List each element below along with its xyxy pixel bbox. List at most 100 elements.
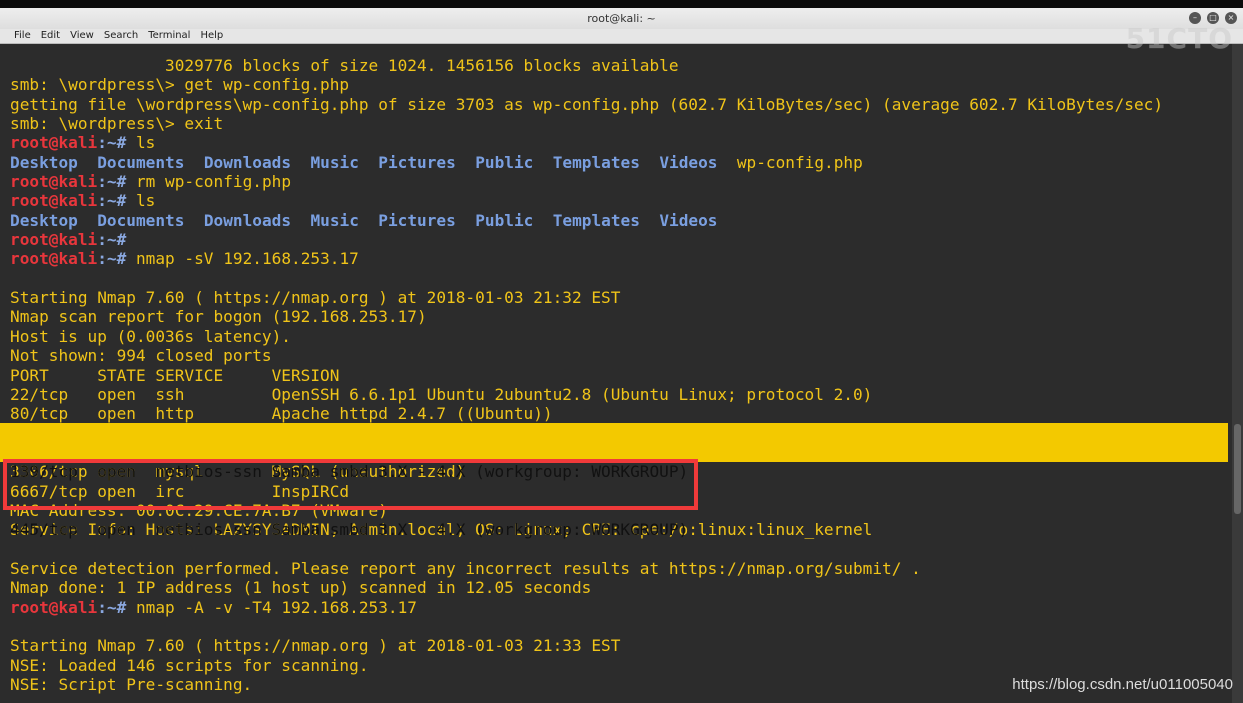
terminal-output[interactable]: 3029776 blocks of size 1024. 1456156 blo… [0, 44, 1232, 703]
prompt-user: root@kali [10, 191, 98, 211]
prompt-path: :~# [97, 133, 127, 153]
menu-file[interactable]: File [14, 29, 31, 43]
directory-name: Templates [552, 152, 640, 172]
terminal-line: Nmap done: 1 IP address (1 host up) scan… [10, 578, 1163, 597]
output-text: PORT STATE SERVICE VERSION [10, 365, 340, 385]
menu-search[interactable]: Search [104, 29, 138, 43]
menu-edit[interactable]: Edit [41, 29, 60, 43]
prompt-path: :~# [97, 597, 127, 617]
terminal-line: PORT STATE SERVICE VERSION [10, 366, 1163, 385]
terminal-line: Desktop Documents Downloads Music Pictur… [10, 153, 1163, 172]
terminal-line: root@kali:~# rm wp-config.php [10, 172, 1163, 191]
directory-name: Music [310, 152, 359, 172]
directory-name: Desktop [10, 210, 78, 230]
directory-name: Videos [659, 210, 718, 230]
output-text: nmap -sV 192.168.253.17 [126, 249, 359, 269]
window-titlebar: root@kali: ~ – □ × [0, 8, 1243, 29]
output-text: Starting Nmap 7.60 ( https://nmap.org ) … [10, 636, 621, 656]
terminal-line: Nmap scan report for bogon (192.168.253.… [10, 307, 1163, 326]
terminal-line: NSE: Loaded 146 scripts for scanning. [10, 656, 1163, 675]
terminal-line: Desktop Documents Downloads Music Pictur… [10, 211, 1163, 230]
prompt-path: :~# [97, 172, 127, 192]
terminal-line: Starting Nmap 7.60 ( https://nmap.org ) … [10, 636, 1163, 655]
directory-name: Templates [552, 210, 640, 230]
terminal-line: Starting Nmap 7.60 ( https://nmap.org ) … [10, 288, 1163, 307]
menu-view[interactable]: View [70, 29, 94, 43]
highlighted-lines: 139/tcp open netbios-ssn Samba smbd 3.X … [0, 423, 1228, 539]
terminal-line: smb: \wordpress\> exit [10, 114, 1163, 133]
terminal-line: getting file \wordpress\wp-config.php of… [10, 95, 1163, 114]
watermark-logo: 51CTO [1125, 22, 1233, 55]
prompt-user: root@kali [10, 249, 98, 269]
output-text: NSE: Script Pre-scanning. [10, 675, 253, 694]
menu-bar: File Edit View Search Terminal Help [0, 29, 1243, 44]
prompt-path: :~# [97, 249, 127, 269]
prompt-user: root@kali [10, 133, 98, 153]
terminal-line: root@kali:~# nmap -sV 192.168.253.17 [10, 249, 1163, 268]
directory-name: Documents [97, 152, 185, 172]
directory-name: Public [475, 210, 534, 230]
terminal-lines: 3029776 blocks of size 1024. 1456156 blo… [10, 56, 1163, 694]
terminal-line: root@kali:~# nmap -A -v -T4 192.168.253.… [10, 598, 1163, 617]
output-text: ls [126, 191, 156, 211]
output-text: 80/tcp open http Apache httpd 2.4.7 ((Ub… [10, 404, 553, 424]
terminal-line: Host is up (0.0036s latency). [10, 327, 1163, 346]
prompt-user: root@kali [10, 172, 98, 192]
prompt-path: :~# [97, 191, 127, 211]
directory-name: Music [310, 210, 359, 230]
terminal-line: root@kali:~# ls [10, 191, 1163, 210]
terminal-line: 3029776 blocks of size 1024. 1456156 blo… [10, 56, 1163, 75]
output-text: NSE: Loaded 146 scripts for scanning. [10, 655, 369, 675]
output-text: Nmap scan report for bogon (192.168.253.… [10, 307, 427, 327]
output-text: wp-config.php [717, 152, 863, 172]
prompt-user: root@kali [10, 597, 98, 617]
output-text: Nmap done: 1 IP address (1 host up) scan… [10, 578, 592, 598]
directory-name: Public [475, 152, 534, 172]
directory-name: Downloads [203, 152, 292, 172]
menu-help[interactable]: Help [200, 29, 223, 43]
annotation-red-box [3, 459, 698, 510]
highlighted-line-445: 445/tcp open netbios-ssn Samba smbd 3.X … [10, 519, 689, 539]
output-text: nmap -A -v -T4 192.168.253.17 [126, 597, 417, 617]
output-text: rm wp-config.php [126, 172, 292, 192]
output-text: ls [126, 133, 156, 153]
output-text: Host is up (0.0036s latency). [10, 326, 291, 346]
prompt-path: :~# [97, 230, 127, 250]
csdn-url-watermark: https://blog.csdn.net/u011005040 [1012, 676, 1233, 693]
output-text: Starting Nmap 7.60 ( https://nmap.org ) … [10, 288, 621, 308]
terminal-line: 22/tcp open ssh OpenSSH 6.6.1p1 Ubuntu 2… [10, 385, 1163, 404]
directory-name: Pictures [378, 152, 456, 172]
terminal-line: NSE: Script Pre-scanning. [10, 675, 1163, 694]
scrollbar[interactable] [1232, 44, 1243, 703]
directory-name: Desktop [10, 152, 78, 172]
menu-terminal[interactable]: Terminal [148, 29, 190, 43]
output-text: smb: \wordpress\> get wp-config.php [10, 75, 350, 95]
directory-name: Downloads [203, 210, 292, 230]
output-text: smb: \wordpress\> exit [10, 114, 224, 134]
output-text: 3029776 blocks of size 1024. 1456156 blo… [10, 56, 679, 75]
terminal-line: Not shown: 994 closed ports [10, 346, 1163, 365]
window-title: root@kali: ~ [587, 12, 656, 25]
terminal-line: root@kali:~# [10, 230, 1163, 249]
terminal-line: smb: \wordpress\> get wp-config.php [10, 75, 1163, 94]
prompt-user: root@kali [10, 230, 98, 250]
output-text: getting file \wordpress\wp-config.php of… [10, 94, 1164, 114]
directory-name: Documents [97, 210, 185, 230]
output-text: 22/tcp open ssh OpenSSH 6.6.1p1 Ubuntu 2… [10, 384, 873, 404]
terminal-line: 80/tcp open http Apache httpd 2.4.7 ((Ub… [10, 404, 1163, 423]
